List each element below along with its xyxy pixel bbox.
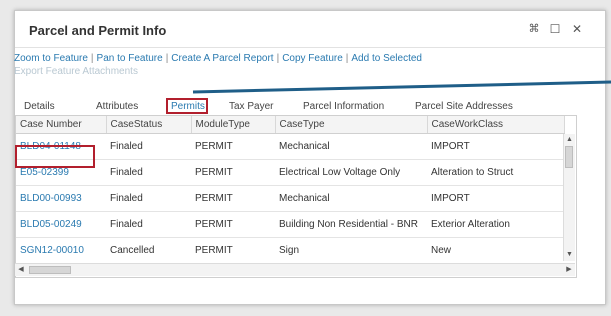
permits-table: Case Number CaseStatus ModuleType CaseTy… [16,116,565,264]
module-type-cell: PERMIT [191,133,275,160]
case-status-cell: Finaled [106,211,191,238]
table-row[interactable]: BLD00-00993 Finaled PERMIT Mechanical IM… [16,185,564,212]
copy-feature-link[interactable]: Copy Feature [282,53,343,64]
scroll-left-icon[interactable]: ◀ [16,265,26,275]
table-row[interactable]: BLD04-01148 Finaled PERMIT Mechanical IM… [16,133,564,160]
tab-attributes[interactable]: Attributes [96,101,138,112]
case-type-cell: Electrical Low Voltage Only [275,159,427,186]
create-parcel-report-link[interactable]: Create A Parcel Report [171,53,273,64]
column-header-case-status[interactable]: CaseStatus [106,116,192,134]
table-row[interactable]: BLD05-00249 Finaled PERMIT Building Non … [16,211,564,238]
table-row[interactable]: SGN12-00010 Cancelled PERMIT Sign New [16,237,564,264]
column-header-case-number[interactable]: Case Number [16,116,107,134]
case-type-cell: Building Non Residential - BNR [275,211,427,238]
module-type-cell: PERMIT [191,185,275,212]
module-type-cell: PERMIT [191,237,275,264]
case-type-cell: Mechanical [275,185,427,212]
case-type-cell: Sign [275,237,427,264]
tab-parcel-site-addresses[interactable]: Parcel Site Addresses [415,101,513,112]
horizontal-scrollbar[interactable]: ◀ ▶ [15,263,575,276]
module-type-cell: PERMIT [191,211,275,238]
column-header-module-type[interactable]: ModuleType [191,116,276,134]
scroll-down-icon[interactable]: ▼ [565,250,574,260]
module-type-cell: PERMIT [191,159,275,186]
table-header-row: Case Number CaseStatus ModuleType CaseTy… [16,116,565,134]
case-work-class-cell: Alteration to Struct [427,159,564,186]
case-number-link[interactable]: BLD00-00993 [20,193,82,204]
case-work-class-cell: IMPORT [427,133,564,160]
case-work-class-cell: IMPORT [427,185,564,212]
link-separator: | [276,53,280,64]
vertical-scrollbar[interactable]: ▲ ▼ [563,134,575,261]
case-work-class-cell: Exterior Alteration [427,211,564,238]
zoom-to-feature-link[interactable]: Zoom to Feature [14,53,88,64]
horizontal-scroll-thumb[interactable] [29,266,71,274]
add-to-selected-link[interactable]: Add to Selected [351,53,422,64]
case-number-link[interactable]: SGN12-00010 [20,245,84,256]
link-separator: | [165,53,169,64]
vertical-scroll-thumb[interactable] [565,146,573,168]
tab-bar: Details Attributes Permits Tax Payer Par… [14,98,574,116]
permits-tab-highlight [166,98,208,114]
table-row[interactable]: E05-02399 Finaled PERMIT Electrical Low … [16,159,564,186]
case-status-cell: Finaled [106,133,191,160]
column-header-case-work-class[interactable]: CaseWorkClass [427,116,565,134]
case-number-highlight [15,145,95,168]
link-separator: | [90,53,94,64]
tab-parcel-information[interactable]: Parcel Information [303,101,384,112]
scroll-right-icon[interactable]: ▶ [564,265,574,275]
case-number-link[interactable]: BLD05-00249 [20,219,82,230]
title-bar: Parcel and Permit Info ⌘ ☐ ✕ [15,11,605,48]
dock-icon[interactable]: ⌘ [527,22,541,36]
panel-title: Parcel and Permit Info [29,23,167,38]
case-status-cell: Finaled [106,159,191,186]
column-header-case-type[interactable]: CaseType [275,116,428,134]
export-feature-attachments-link: Export Feature Attachments [14,66,138,77]
action-links: Zoom to Feature | Pan to Feature | Create A … [14,52,574,78]
case-status-cell: Cancelled [106,237,191,264]
case-number-link[interactable]: E05-02399 [20,167,69,178]
tab-tax-payer[interactable]: Tax Payer [229,101,273,112]
case-type-cell: Mechanical [275,133,427,160]
permits-table-container: Case Number CaseStatus ModuleType CaseTy… [15,115,577,278]
tab-details[interactable]: Details [24,101,55,112]
scroll-up-icon[interactable]: ▲ [565,135,574,145]
maximize-icon[interactable]: ☐ [548,22,562,36]
pan-to-feature-link[interactable]: Pan to Feature [97,53,163,64]
close-icon[interactable]: ✕ [570,22,584,36]
case-status-cell: Finaled [106,185,191,212]
case-work-class-cell: New [427,237,564,264]
